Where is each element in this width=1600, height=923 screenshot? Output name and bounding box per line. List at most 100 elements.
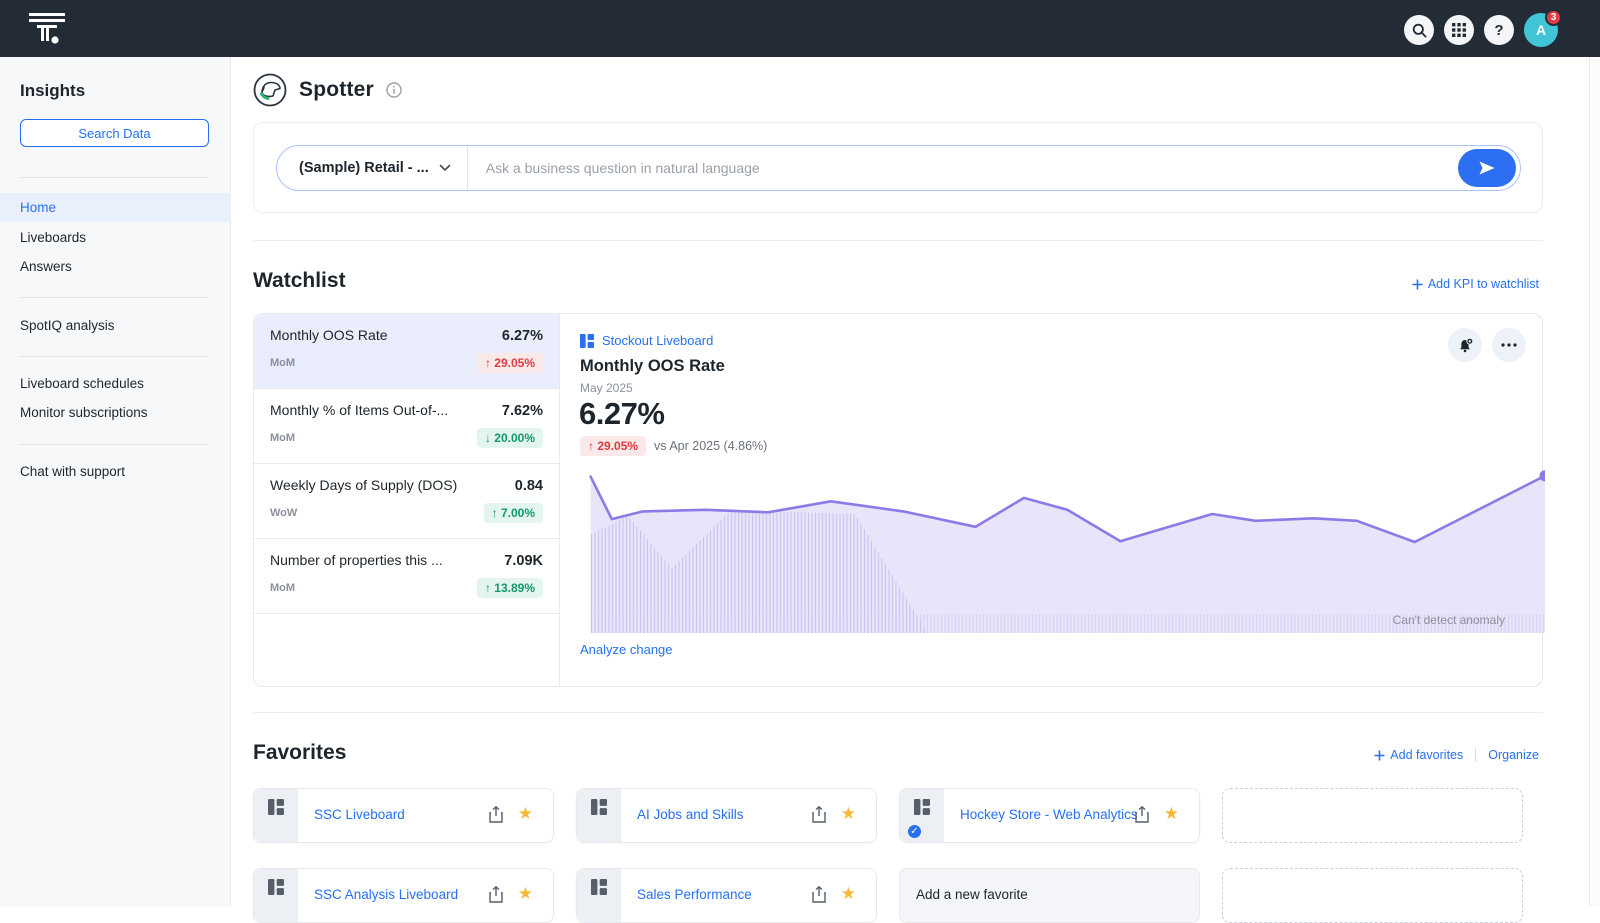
change-badge: ↑ 13.89% xyxy=(477,578,543,598)
favorite-card-sales-performance[interactable]: Sales Performance ★ xyxy=(576,868,877,923)
search-data-button[interactable]: Search Data xyxy=(20,119,209,147)
more-options-icon[interactable] xyxy=(1492,328,1526,362)
sidebar-item-liveboard-schedules[interactable]: Liveboard schedules xyxy=(0,369,231,398)
share-icon[interactable] xyxy=(812,886,826,903)
notification-badge: 3 xyxy=(1545,9,1562,26)
detail-comparison: vs Apr 2025 (4.86%) xyxy=(654,439,767,453)
favorite-star-icon[interactable]: ★ xyxy=(1164,804,1179,824)
favorite-title[interactable]: Sales Performance xyxy=(637,887,752,902)
kpi-item-monthly-oos-rate[interactable]: Monthly OOS Rate6.27% MoM↑ 29.05% xyxy=(254,314,559,389)
favorites-heading: Favorites xyxy=(253,741,346,765)
favorite-card-ai-jobs[interactable]: AI Jobs and Skills ★ xyxy=(576,788,877,843)
chevron-down-icon xyxy=(439,164,451,172)
page-title: Spotter xyxy=(299,78,374,102)
kpi-trend-chart[interactable]: Can't detect anomaly xyxy=(580,463,1545,633)
kpi-list: Monthly OOS Rate6.27% MoM↑ 29.05% Monthl… xyxy=(254,314,559,686)
sidebar-item-home[interactable]: Home xyxy=(0,193,231,222)
favorite-card-ssc-analysis[interactable]: SSC Analysis Liveboard ★ xyxy=(253,868,554,923)
user-avatar[interactable]: A 3 xyxy=(1524,13,1558,47)
card-icon-strip xyxy=(577,789,621,842)
question-input[interactable] xyxy=(468,160,1458,176)
kpi-detail-panel: Stockout Liveboard Monthly OOS Rate May … xyxy=(559,314,1542,686)
add-new-favorite-card[interactable]: Add a new favorite xyxy=(899,868,1200,923)
share-icon[interactable] xyxy=(812,806,826,823)
liveboard-icon xyxy=(591,799,607,815)
sidebar-item-monitor-subscriptions[interactable]: Monitor subscriptions xyxy=(0,398,231,427)
thoughtspot-logo-icon[interactable] xyxy=(28,10,66,47)
favorite-title[interactable]: AI Jobs and Skills xyxy=(637,807,744,822)
analyze-change-link[interactable]: Analyze change xyxy=(580,642,673,657)
sidebar-divider xyxy=(20,297,209,298)
kpi-item-items-out-of-stock[interactable]: Monthly % of Items Out-of-...7.62% MoM↓ … xyxy=(254,389,559,464)
watchlist-card: Monthly OOS Rate6.27% MoM↑ 29.05% Monthl… xyxy=(253,313,1543,687)
sidebar-item-liveboards[interactable]: Liveboards xyxy=(0,223,231,252)
favorite-title[interactable]: SSC Liveboard xyxy=(314,807,405,822)
sidebar-divider xyxy=(20,356,209,357)
search-icon[interactable] xyxy=(1404,15,1434,45)
detail-kpi-title: Monthly OOS Rate xyxy=(580,357,725,376)
apps-grid-icon[interactable] xyxy=(1444,15,1474,45)
ask-input-pill: (Sample) Retail - ... xyxy=(276,145,1521,191)
liveboard-icon xyxy=(914,799,930,815)
detail-change-badge: ↑ 29.05% xyxy=(580,436,646,456)
send-button[interactable] xyxy=(1458,149,1516,187)
favorite-star-icon[interactable]: ★ xyxy=(841,884,856,904)
favorite-star-icon[interactable]: ★ xyxy=(841,804,856,824)
add-kpi-link[interactable]: Add KPI to watchlist xyxy=(1412,277,1539,291)
kpi-item-weekly-dos[interactable]: Weekly Days of Supply (DOS)0.84 WoW↑ 7.0… xyxy=(254,464,559,539)
section-divider xyxy=(253,712,1543,713)
favorite-star-icon[interactable]: ★ xyxy=(518,804,533,824)
sidebar-title: Insights xyxy=(20,81,85,101)
add-favorites-link[interactable]: Add favorites xyxy=(1374,748,1463,762)
detail-kpi-value: 6.27% xyxy=(579,396,664,432)
favorite-card-hockey-store[interactable]: ✓ Hockey Store - Web Analytics ★ xyxy=(899,788,1200,843)
sidebar-item-answers[interactable]: Answers xyxy=(0,252,231,281)
watchlist-heading: Watchlist xyxy=(253,269,346,293)
main-content: Spotter (Sample) Retail - ... Watchlist … xyxy=(231,57,1589,906)
verified-check-icon: ✓ xyxy=(906,823,923,840)
liveboard-icon xyxy=(268,799,284,815)
help-icon[interactable]: ? xyxy=(1484,15,1514,45)
section-divider xyxy=(253,240,1543,241)
sidebar-item-chat-support[interactable]: Chat with support xyxy=(0,457,231,486)
left-sidebar: Insights Search Data Home Liveboards Ans… xyxy=(0,57,231,906)
liveboard-icon xyxy=(580,334,594,348)
organize-link[interactable]: Organize xyxy=(1488,748,1539,762)
card-icon-strip xyxy=(254,869,298,922)
plus-icon xyxy=(1374,750,1385,761)
info-icon[interactable] xyxy=(386,82,402,98)
detail-period: May 2025 xyxy=(580,381,633,395)
liveboard-icon xyxy=(591,879,607,895)
share-icon[interactable] xyxy=(1135,806,1149,823)
share-icon[interactable] xyxy=(489,886,503,903)
favorite-empty-slot xyxy=(1222,868,1523,923)
add-favorite-label: Add a new favorite xyxy=(916,887,1028,902)
paper-plane-icon xyxy=(1478,160,1496,176)
favorite-title[interactable]: Hockey Store - Web Analytics xyxy=(960,807,1138,822)
change-badge: ↑ 7.00% xyxy=(484,503,543,523)
scrollbar-track[interactable] xyxy=(1589,57,1600,906)
change-badge: ↓ 20.00% xyxy=(477,428,543,448)
liveboard-icon xyxy=(268,879,284,895)
change-badge: ↑ 29.05% xyxy=(477,353,543,373)
links-divider xyxy=(1475,748,1476,762)
spotter-dog-icon xyxy=(253,73,287,107)
data-source-label: (Sample) Retail - ... xyxy=(299,160,429,176)
favorite-empty-slot xyxy=(1222,788,1523,843)
sidebar-divider xyxy=(20,444,209,445)
sidebar-item-spotiq[interactable]: SpotIQ analysis xyxy=(0,311,231,340)
liveboard-link[interactable]: Stockout Liveboard xyxy=(580,333,713,348)
share-icon[interactable] xyxy=(489,806,503,823)
favorite-card-ssc-liveboard[interactable]: SSC Liveboard ★ xyxy=(253,788,554,843)
data-source-dropdown[interactable]: (Sample) Retail - ... xyxy=(277,160,467,176)
sidebar-divider xyxy=(20,177,209,178)
create-alert-icon[interactable] xyxy=(1448,328,1482,362)
top-bar: ? A 3 xyxy=(0,0,1600,57)
favorite-star-icon[interactable]: ★ xyxy=(518,884,533,904)
card-icon-strip xyxy=(254,789,298,842)
anomaly-annotation: Can't detect anomaly xyxy=(1393,613,1505,627)
card-icon-strip xyxy=(577,869,621,922)
spotter-ask-card: (Sample) Retail - ... xyxy=(253,122,1543,213)
kpi-item-number-of-properties[interactable]: Number of properties this ...7.09K MoM↑ … xyxy=(254,539,559,614)
favorite-title[interactable]: SSC Analysis Liveboard xyxy=(314,887,458,902)
